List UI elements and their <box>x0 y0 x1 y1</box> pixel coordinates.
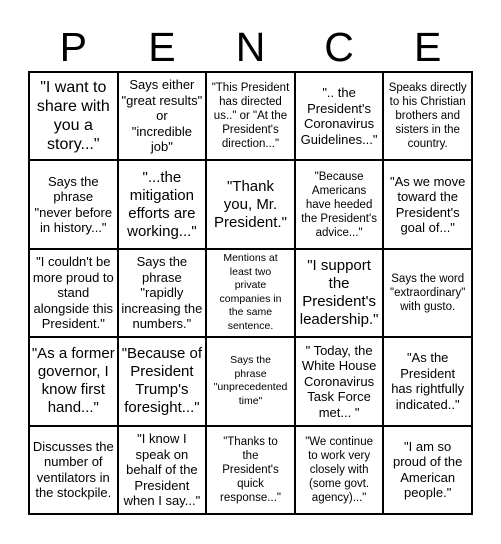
cell-text: Says the phrase "rapidly increasing the … <box>121 254 203 332</box>
bingo-cell-r3-c5[interactable]: Says the word "extraordinary" with gusto… <box>384 249 471 337</box>
bingo-cell-r2-c4[interactable]: "Because Americans have heeded the Presi… <box>295 161 383 248</box>
bingo-cell-r5-c1[interactable]: Discusses the number of ventilators in t… <box>30 426 117 513</box>
cell-text: Says the word "extraordinary" with gusto… <box>390 272 466 313</box>
cell-text: "As the President has rightfully indicat… <box>391 350 465 412</box>
header-letter-c: C <box>324 24 354 70</box>
cell-text: Says either "great results" or "incredib… <box>121 77 203 155</box>
header-letter-p: P <box>59 24 87 70</box>
cell-text: "...the mitigation efforts are working..… <box>127 168 197 240</box>
cell-text: "Thanks to the President's quick respons… <box>220 435 281 504</box>
cell-text: " Today, the White House Coronavirus Tas… <box>301 342 377 420</box>
bingo-cell-r1-c5[interactable]: Speaks directly to his Christian brother… <box>384 73 471 160</box>
cell-text: "This President has directed us.." or "A… <box>211 82 290 151</box>
bingo-cell-r3-c1[interactable]: "I couldn't be more proud to stand along… <box>30 249 117 337</box>
bingo-cell-r4-c4[interactable]: " Today, the White House Coronavirus Tas… <box>295 338 383 425</box>
bingo-cell-r3-c3[interactable]: Mentions at least two private companies … <box>207 249 294 337</box>
cell-text: Speaks directly to his Christian brother… <box>388 82 467 151</box>
cell-text: "Because of President Trump's foresight.… <box>121 345 203 417</box>
bingo-cell-r5-c3[interactable]: "Thanks to the President's quick respons… <box>207 426 294 513</box>
bingo-cell-r5-c4[interactable]: "We continue to work very closely with (… <box>295 426 383 513</box>
bingo-cell-r5-c5[interactable]: "I am so proud of the American people." <box>384 426 471 513</box>
cell-text: "I couldn't be more proud to stand along… <box>32 254 114 332</box>
header-letter-e2: E <box>414 24 442 70</box>
bingo-cell-r3-c4[interactable]: "I support the President's leadership." <box>295 249 383 337</box>
cell-text: "I am so proud of the American people." <box>392 438 463 501</box>
bingo-cell-r2-c1[interactable]: Says the phrase "never before in history… <box>30 161 117 248</box>
cell-text: ".. the President's Coronavirus Guidelin… <box>300 85 378 147</box>
bingo-cell-r5-c2[interactable]: "I know I speak on behalf of the Preside… <box>118 426 206 513</box>
cell-text: Says the phrase "never before in history… <box>34 173 113 236</box>
cell-text: "We continue to work very closely with (… <box>305 435 373 504</box>
bingo-header: P E N C E <box>29 24 472 70</box>
cell-text: "I want to share with you a story..." <box>36 79 110 154</box>
bingo-cell-r2-c3[interactable]: "Thank you, Mr. President." <box>207 161 294 248</box>
bingo-cell-r4-c3[interactable]: Says the phrase "unprecedented time" <box>207 338 294 425</box>
header-letter-e: E <box>148 24 176 70</box>
cell-text: "Because Americans have heeded the Presi… <box>301 170 377 239</box>
cell-text: Mentions at least two private companies … <box>219 252 282 332</box>
bingo-cell-r1-c1[interactable]: "I want to share with you a story..." <box>30 73 117 160</box>
bingo-cell-r1-c3[interactable]: "This President has directed us.." or "A… <box>207 73 294 160</box>
cell-text: "As we move toward the President's goal … <box>389 173 466 236</box>
cell-text: "I know I speak on behalf of the Preside… <box>123 431 201 509</box>
bingo-cell-r4-c5[interactable]: "As the President has rightfully indicat… <box>384 338 471 425</box>
bingo-cell-r1-c4[interactable]: ".. the President's Coronavirus Guidelin… <box>295 73 383 160</box>
bingo-board: "I want to share with you a story..." Sa… <box>28 71 473 515</box>
cell-text: "I support the President's leadership." <box>299 256 379 328</box>
bingo-cell-r2-c5[interactable]: "As we move toward the President's goal … <box>384 161 471 248</box>
cell-text: Says the phrase "unprecedented time" <box>213 354 288 407</box>
header-letter-n: N <box>235 24 266 70</box>
cell-text: "As a former governor, I know first hand… <box>31 345 115 417</box>
bingo-cell-r4-c2[interactable]: "Because of President Trump's foresight.… <box>118 338 206 425</box>
cell-text: Discusses the number of ventilators in t… <box>32 438 114 501</box>
bingo-cell-r3-c2[interactable]: Says the phrase "rapidly increasing the … <box>118 249 206 337</box>
bingo-cell-r2-c2[interactable]: "...the mitigation efforts are working..… <box>118 161 206 248</box>
bingo-cell-r1-c2[interactable]: Says either "great results" or "incredib… <box>118 73 206 160</box>
cell-text: "Thank you, Mr. President." <box>214 177 287 231</box>
bingo-cell-r4-c1[interactable]: "As a former governor, I know first hand… <box>30 338 117 425</box>
